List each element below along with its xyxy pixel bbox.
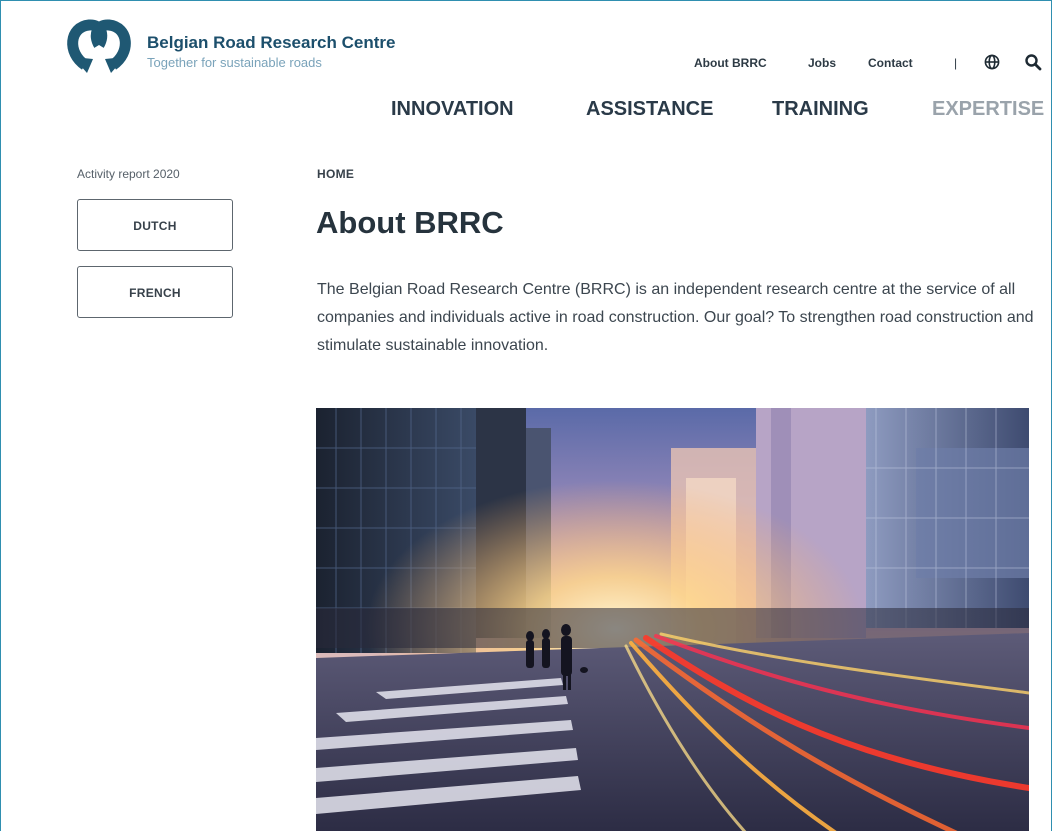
page-title: About BRRC <box>316 205 504 240</box>
globe-icon[interactable] <box>984 54 1000 70</box>
jobs-link[interactable]: Jobs <box>808 56 836 70</box>
nav-training[interactable]: TRAINING <box>772 98 869 121</box>
nav-expertise[interactable]: EXPERTISE <box>932 98 1044 121</box>
contact-link[interactable]: Contact <box>868 56 913 70</box>
brand-name: Belgian Road Research Centre <box>147 33 396 52</box>
french-button[interactable]: FRENCH <box>77 266 233 318</box>
brand-tagline: Together for sustainable roads <box>147 55 322 70</box>
activity-report-label: Activity report 2020 <box>77 167 180 181</box>
nav-assistance[interactable]: ASSISTANCE <box>586 98 713 121</box>
page-frame: Belgian Road Research Centre Together fo… <box>0 0 1052 831</box>
breadcrumb-home[interactable]: HOME <box>317 167 354 181</box>
about-brrc-link[interactable]: About BRRC <box>694 56 767 70</box>
nav-innovation[interactable]: INNOVATION <box>391 98 514 121</box>
city-road-hero-image <box>316 408 1029 831</box>
dutch-button[interactable]: DUTCH <box>77 199 233 251</box>
intro-paragraph: The Belgian Road Research Centre (BRRC) … <box>317 281 1034 354</box>
nav-separator: | <box>954 56 958 70</box>
search-icon[interactable] <box>1024 53 1042 71</box>
brrc-logo[interactable] <box>63 17 135 75</box>
